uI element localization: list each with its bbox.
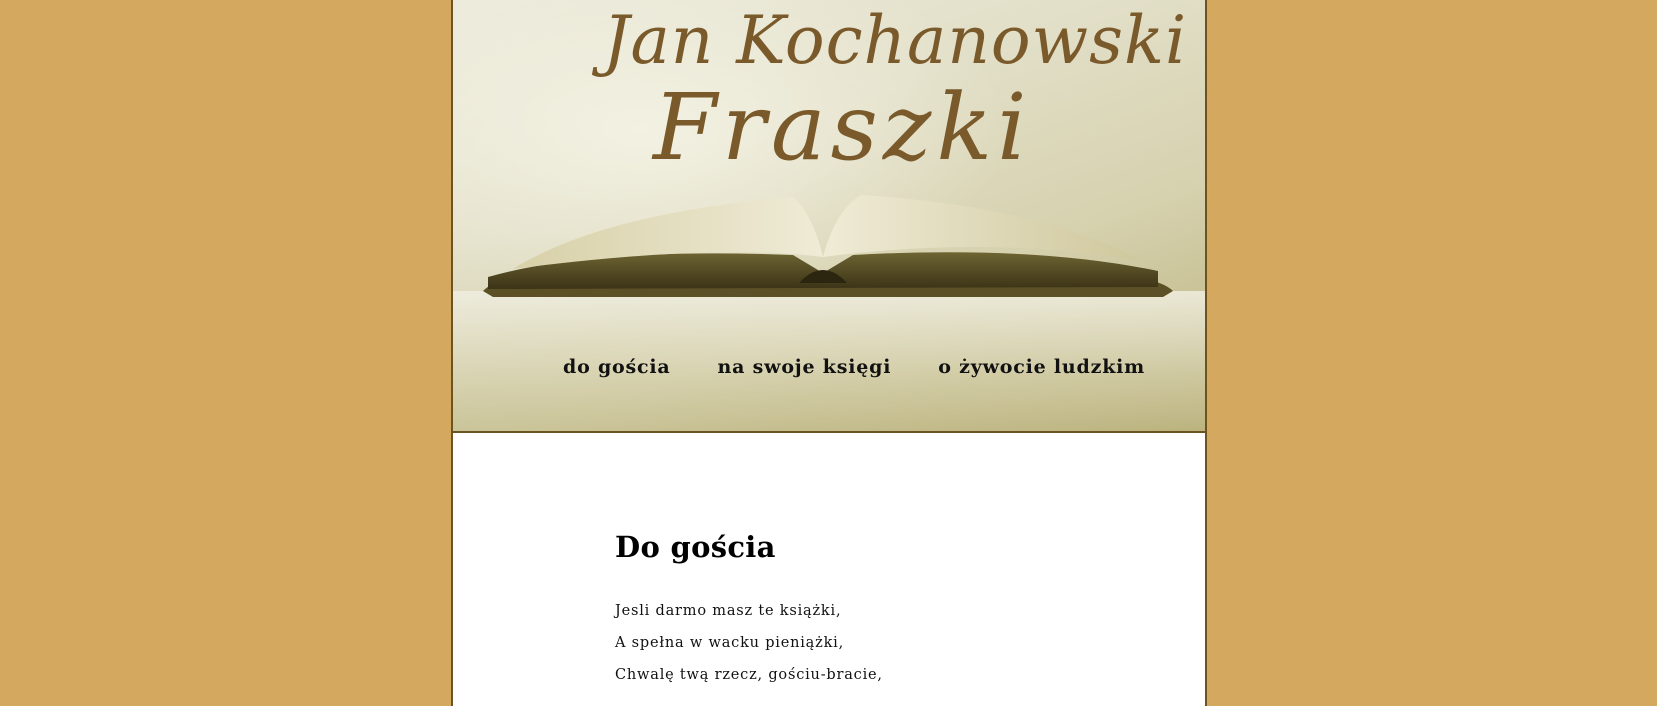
- nav-link-o-zywocie-ludzkim[interactable]: o żywocie ludzkim: [938, 356, 1145, 378]
- main-nav: do gościa na swoje księgi o żywocie ludz…: [563, 356, 1145, 378]
- nav-link-na-swoje-ksiegi[interactable]: na swoje księgi: [718, 356, 892, 378]
- open-book-image: [483, 195, 1173, 297]
- main-content: Do gościa Jesli darmo masz te książki, A…: [615, 530, 1095, 698]
- work-title: Fraszki: [653, 74, 1032, 181]
- poem-title: Do gościa: [615, 530, 776, 564]
- author-title: Jan Kochanowski: [603, 2, 1188, 79]
- poem-body: Jesli darmo masz te książki, A spełna w …: [615, 602, 1095, 698]
- nav-link-do-goscia[interactable]: do gościa: [563, 356, 671, 378]
- poem-line: Chwalę twą rzecz, gościu-bracie,: [615, 667, 883, 683]
- page-container: Jan Kochanowski Fraszki do gościa na swo…: [451, 0, 1207, 706]
- header-banner: Jan Kochanowski Fraszki do gościa na swo…: [453, 0, 1205, 433]
- poem-line: A spełna w wacku pieniążki,: [615, 635, 845, 651]
- poem-line: Jesli darmo masz te książki,: [615, 603, 842, 619]
